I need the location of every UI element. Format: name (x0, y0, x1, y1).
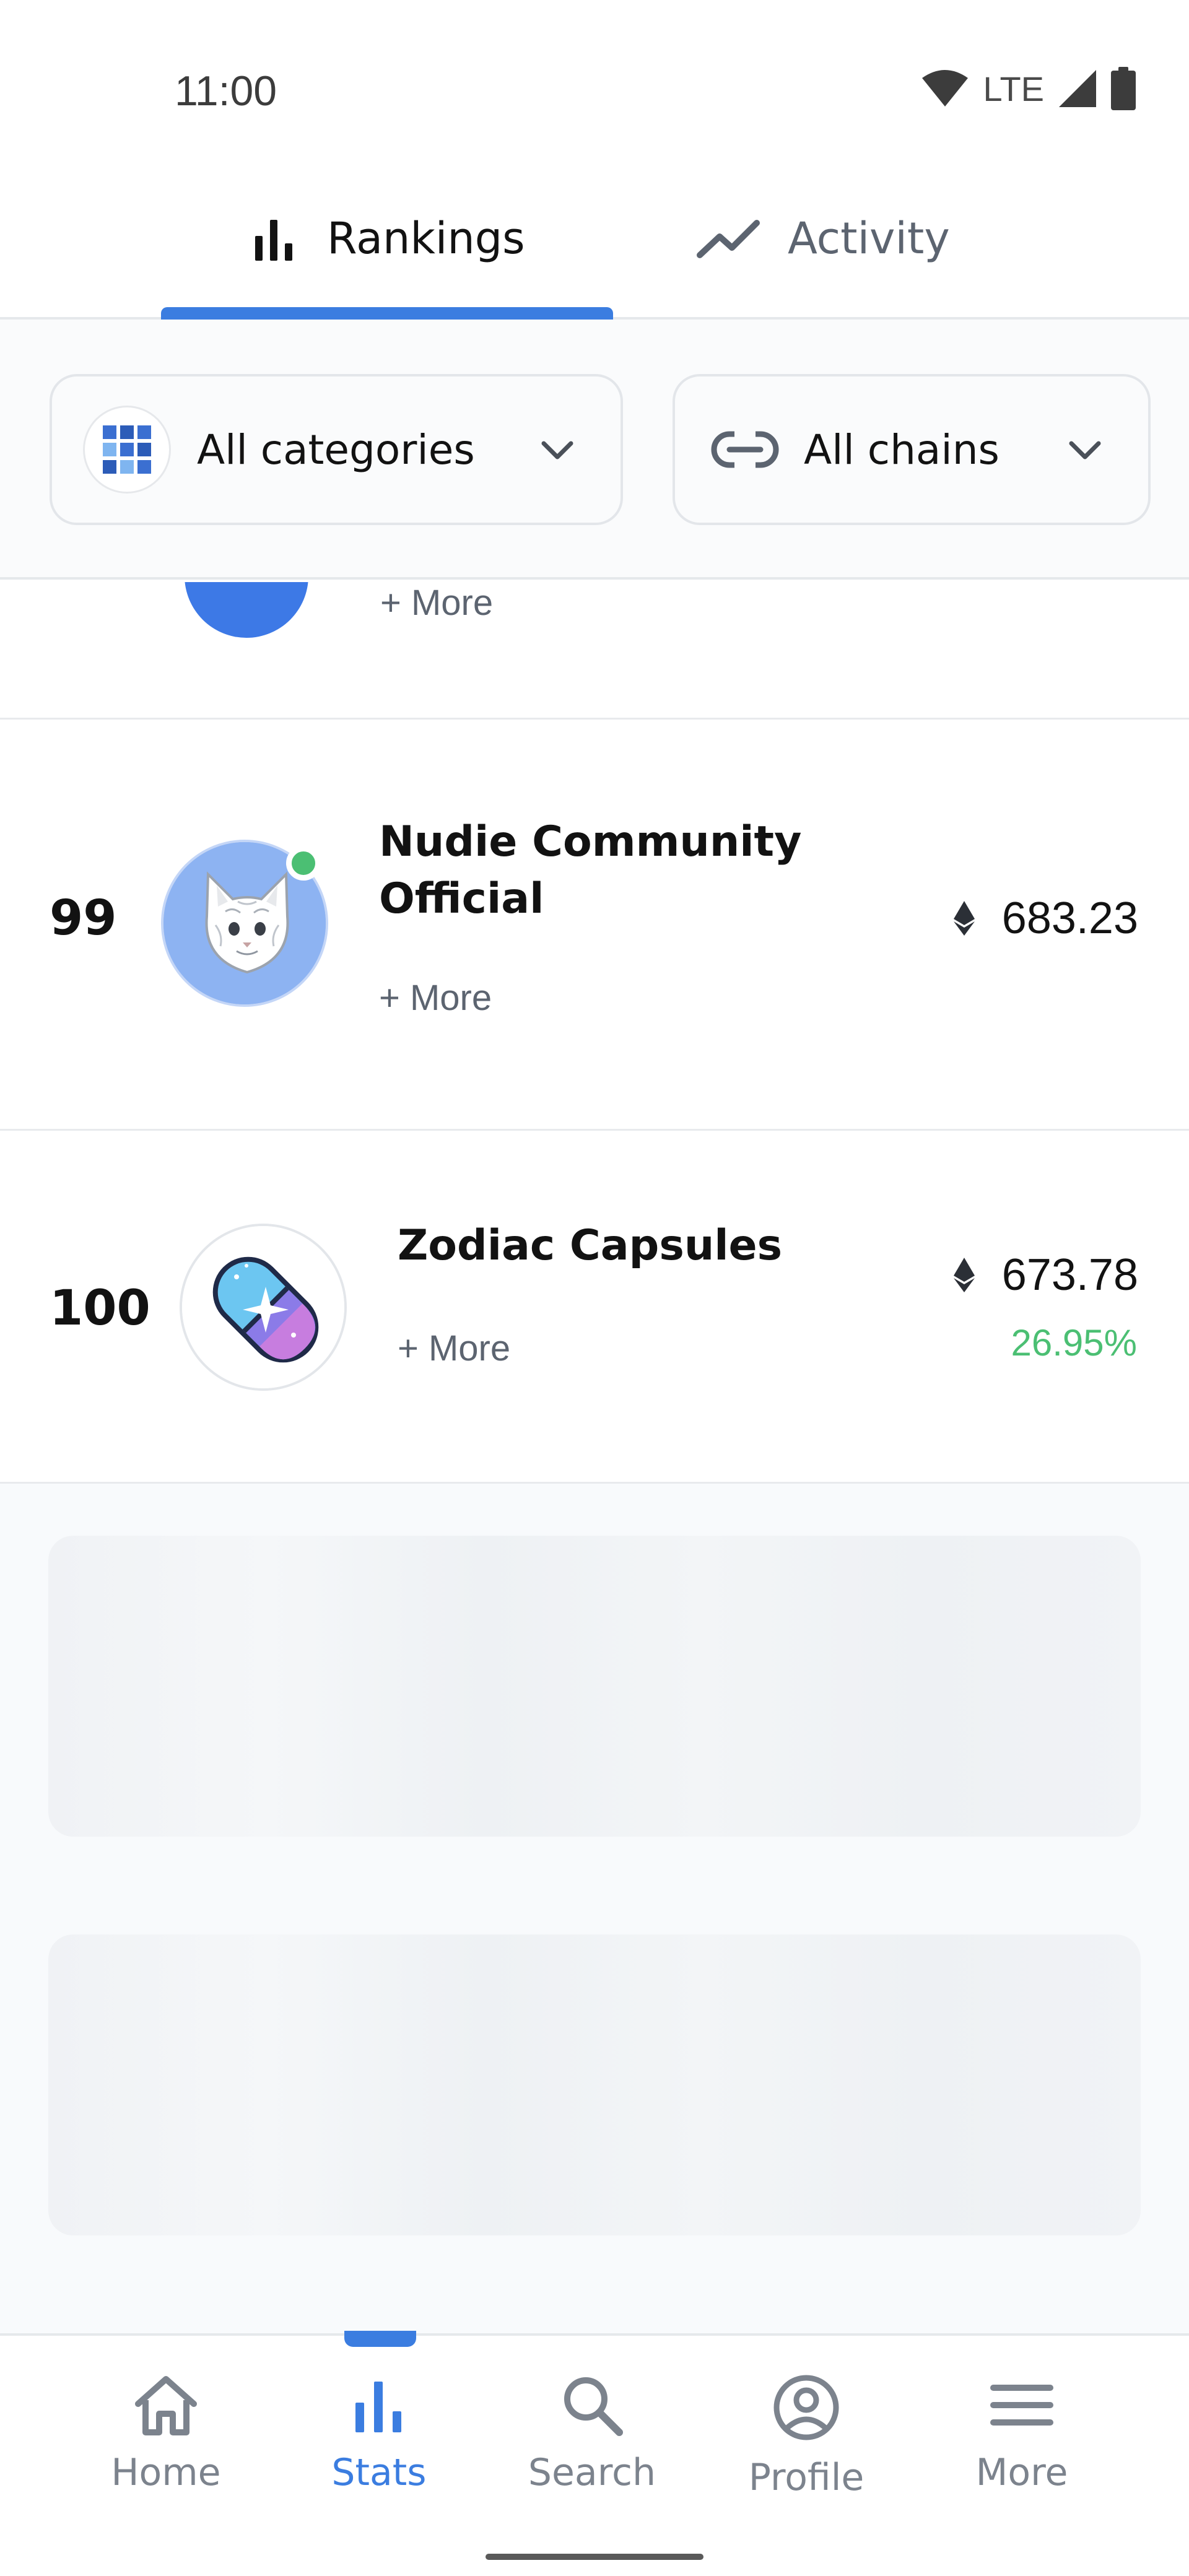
loading-skeleton (48, 1934, 1141, 2235)
signal-icon (1059, 70, 1096, 107)
search-icon (564, 2377, 623, 2436)
home-icon (135, 2376, 197, 2435)
more-link[interactable]: + More (380, 582, 493, 624)
nav-stats-label: Stats (331, 2451, 427, 2494)
bottom-navigation: Home Stats Search Profile More (0, 2331, 1189, 2576)
tab-activity-label: Activity (788, 213, 950, 264)
loading-skeleton (48, 1536, 1141, 1837)
chains-label: All chains (804, 425, 1000, 474)
nav-search-label: Search (528, 2451, 656, 2494)
bar-chart-icon (355, 2382, 401, 2432)
ethereum-icon (953, 901, 975, 936)
stats-screen: 11:00 LTE Rankings Activity All categori… (0, 0, 1189, 2576)
wifi-icon (922, 70, 969, 107)
tab-activity[interactable]: Activity (696, 198, 950, 279)
nav-home-label: Home (111, 2451, 221, 2494)
battery-icon (1111, 67, 1136, 110)
tab-rankings-label: Rankings (327, 213, 525, 264)
nav-search[interactable]: Search (499, 2373, 685, 2494)
collection-avatar (185, 582, 308, 638)
value-amount: 683.23 (1001, 894, 1138, 943)
gesture-home-indicator[interactable] (486, 2554, 703, 2560)
nav-home[interactable]: Home (73, 2373, 259, 2494)
more-link[interactable]: + More (398, 1328, 510, 1369)
status-icons: LTE (921, 67, 1136, 110)
nav-more[interactable]: More (929, 2373, 1115, 2494)
profile-icon (773, 2375, 839, 2440)
nav-more-label: More (975, 2451, 1068, 2494)
capsule-avatar-image (182, 1226, 344, 1388)
filter-bar: All categories All chains (0, 320, 1189, 580)
collection-avatar (180, 1224, 347, 1391)
chains-dropdown[interactable]: All chains (673, 374, 1151, 525)
more-link[interactable]: + More (379, 977, 492, 1019)
ethereum-icon (953, 1258, 975, 1292)
category-grid-icon (83, 406, 171, 494)
nav-profile[interactable]: Profile (713, 2373, 899, 2499)
tab-rankings[interactable]: Rankings (250, 198, 525, 279)
link-icon (711, 431, 779, 468)
trend-line-icon (697, 220, 760, 258)
network-label: LTE (983, 69, 1044, 108)
list-item[interactable]: + More (0, 582, 1189, 720)
active-tab-indicator (161, 307, 613, 320)
status-bar: 11:00 LTE (0, 0, 1189, 161)
collection-name[interactable]: Zodiac Capsules (398, 1217, 868, 1274)
categories-dropdown[interactable]: All categories (50, 374, 623, 525)
percent-change: 26.95% (1011, 1322, 1138, 1364)
categories-label: All categories (197, 425, 475, 474)
rank-number: 100 (50, 1281, 150, 1336)
online-status-dot (286, 846, 321, 881)
loading-area (0, 1484, 1189, 2333)
bar-chart-icon (255, 220, 292, 261)
collection-name[interactable]: Nudie Community Official (379, 814, 850, 928)
value-amount: 673.78 (1001, 1250, 1138, 1300)
list-item[interactable]: 99 Nudie Community Official + More 683.2… (0, 720, 1189, 1131)
top-tabs: Rankings Activity (0, 161, 1189, 320)
nav-profile-label: Profile (748, 2456, 865, 2499)
active-nav-indicator (344, 2331, 416, 2347)
rank-number: 99 (50, 890, 117, 946)
chevron-down-icon (1069, 441, 1101, 459)
status-time: 11:00 (175, 67, 277, 115)
chevron-down-icon (541, 441, 573, 459)
nav-stats[interactable]: Stats (286, 2373, 472, 2494)
list-item[interactable]: 100 Zodiac Capsules + More 673.78 26.95% (0, 1131, 1189, 1484)
floor-value: 683.23 (953, 893, 1138, 944)
menu-icon (990, 2385, 1053, 2426)
floor-value: 673.78 (953, 1250, 1138, 1300)
